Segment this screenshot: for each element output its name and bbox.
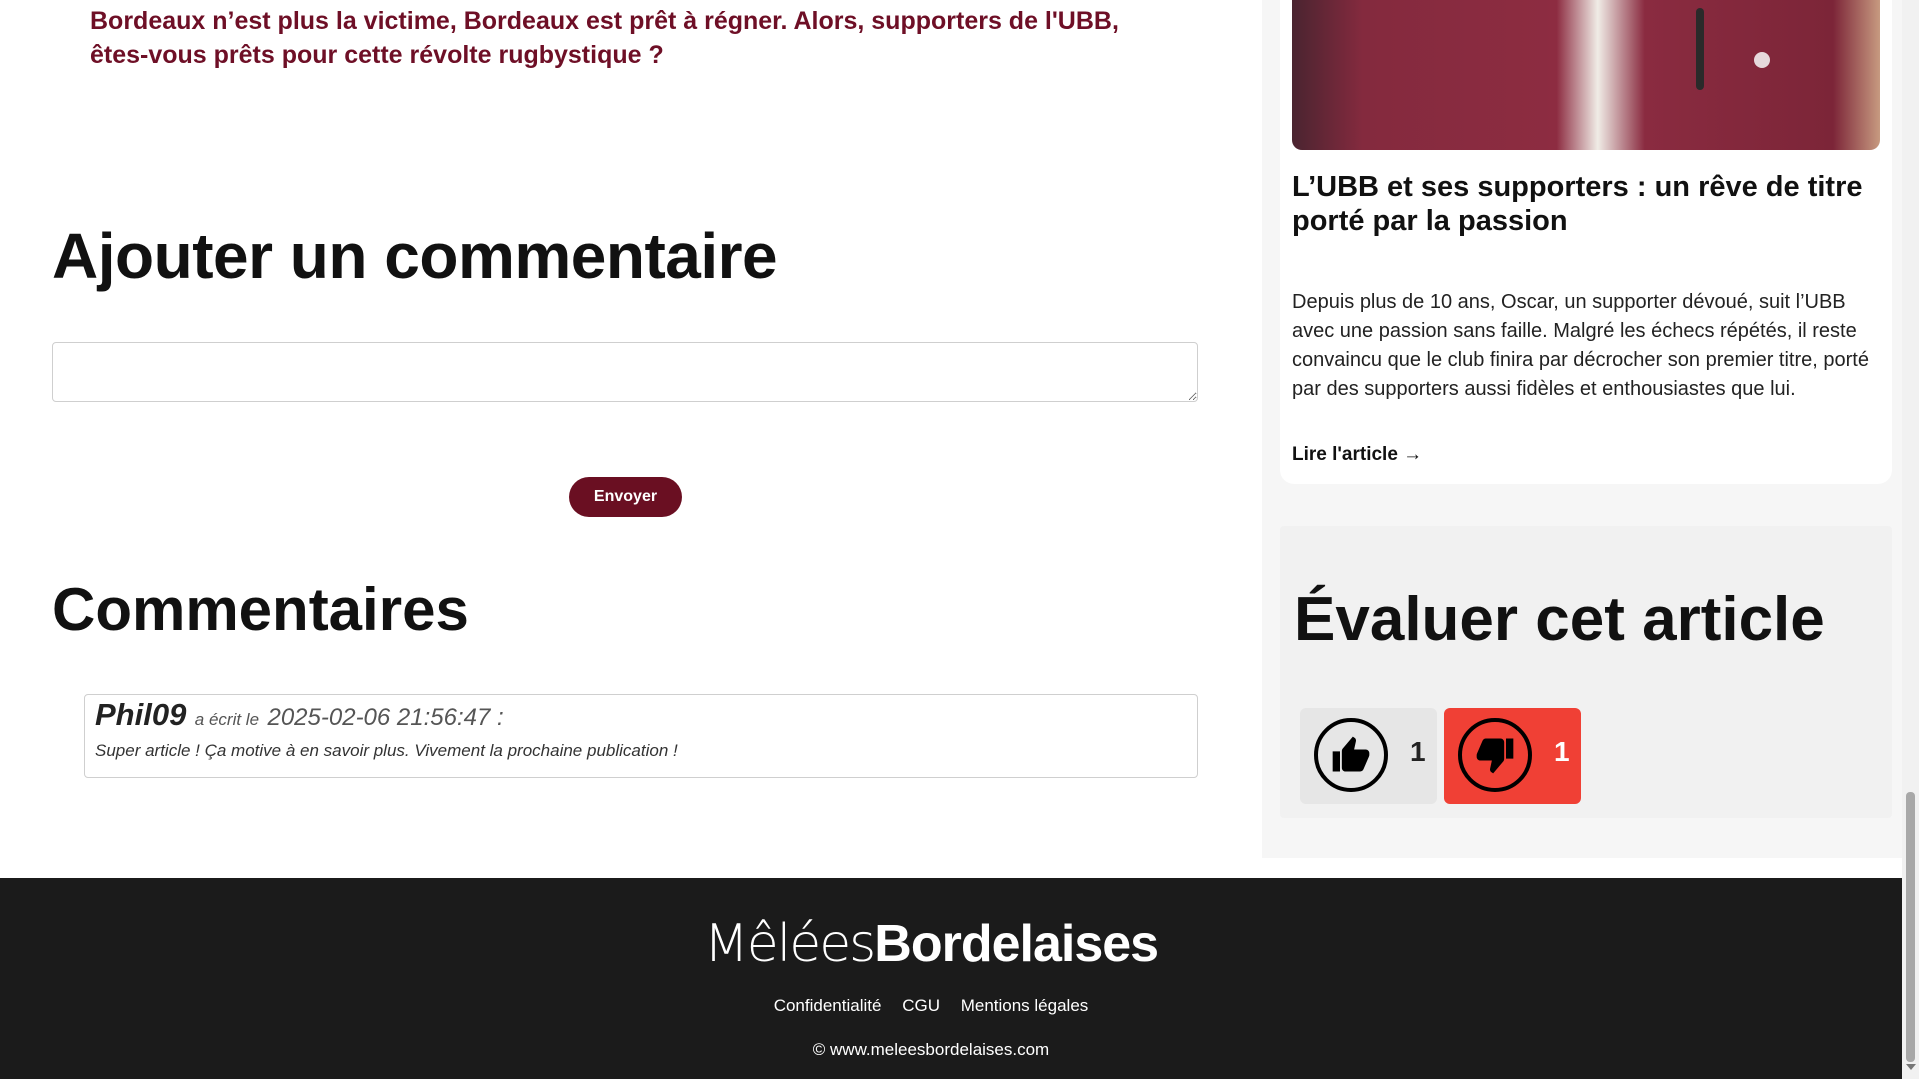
footer: MêléesBordelaises Confidentialité CGU Me… bbox=[0, 878, 1902, 1079]
thumbs-up-count: 1 bbox=[1410, 736, 1426, 767]
footer-link-mentions-legales[interactable]: Mentions légales bbox=[961, 996, 1089, 1015]
footer-links: Confidentialité CGU Mentions légales bbox=[0, 996, 1862, 1016]
comment-input[interactable] bbox=[52, 342, 1198, 402]
page-scrollbar[interactable] bbox=[1902, 0, 1919, 1079]
rating-title: Évaluer cet article bbox=[1294, 585, 1825, 654]
main-content: Bordeaux n’est plus la victime, Bordeaux… bbox=[0, 0, 1262, 878]
rating-panel: Évaluer cet article 1 1 bbox=[1280, 526, 1892, 818]
comment-author: Phil09 bbox=[95, 697, 187, 732]
comment-header: Phil09 a écrit le 2025-02-06 21:56:47 : bbox=[95, 699, 1187, 737]
footer-link-confidentialite[interactable]: Confidentialité bbox=[774, 996, 882, 1015]
comment-item: Phil09 a écrit le 2025-02-06 21:56:47 : … bbox=[84, 694, 1198, 778]
article-intro-text: Bordeaux n’est plus la victime, Bordeaux… bbox=[90, 7, 1119, 69]
comment-date: 2025-02-06 21:56:47 : bbox=[267, 704, 504, 731]
thumbs-down-button[interactable]: 1 bbox=[1444, 708, 1581, 804]
thumbs-up-button[interactable]: 1 bbox=[1300, 708, 1437, 804]
footer-link-cgu[interactable]: CGU bbox=[902, 996, 940, 1015]
comment-text: Super article ! Ça motive à en savoir pl… bbox=[95, 741, 678, 760]
send-button[interactable]: Envoyer bbox=[569, 477, 682, 517]
photo-detail-lanyard bbox=[1696, 8, 1704, 90]
footer-copyright: © www.meleesbordelaises.com bbox=[812, 1040, 1050, 1059]
logo-light-text: Mêlées bbox=[703, 914, 876, 974]
comments-heading: Commentaires bbox=[52, 576, 469, 643]
related-article-excerpt: Depuis plus de 10 ans, Oscar, un support… bbox=[1292, 291, 1869, 400]
thumbs-up-icon bbox=[1314, 718, 1388, 792]
logo-bold-text: Bordelaises bbox=[874, 915, 1159, 973]
photo-detail-badge bbox=[1754, 52, 1770, 68]
comment-wrote-label: a écrit le bbox=[194, 710, 260, 729]
scrollbar-thumb[interactable] bbox=[1906, 792, 1915, 1062]
supporters-photo[interactable] bbox=[1292, 0, 1880, 150]
thumbs-down-icon bbox=[1458, 718, 1532, 792]
related-article-title[interactable]: L’UBB et ses supporters : un rêve de tit… bbox=[1292, 170, 1882, 238]
related-article-card: L’UBB et ses supporters : un rêve de tit… bbox=[1280, 0, 1892, 484]
read-article-link[interactable]: Lire l'article → bbox=[1292, 444, 1422, 466]
sidebar: L’UBB et ses supporters : un rêve de tit… bbox=[1262, 0, 1902, 858]
scroll-down-arrow-icon[interactable] bbox=[1906, 1064, 1916, 1070]
site-logo[interactable]: MêléesBordelaises bbox=[0, 914, 1862, 974]
add-comment-heading: Ajouter un commentaire bbox=[52, 220, 778, 292]
thumbs-down-count: 1 bbox=[1554, 736, 1570, 767]
